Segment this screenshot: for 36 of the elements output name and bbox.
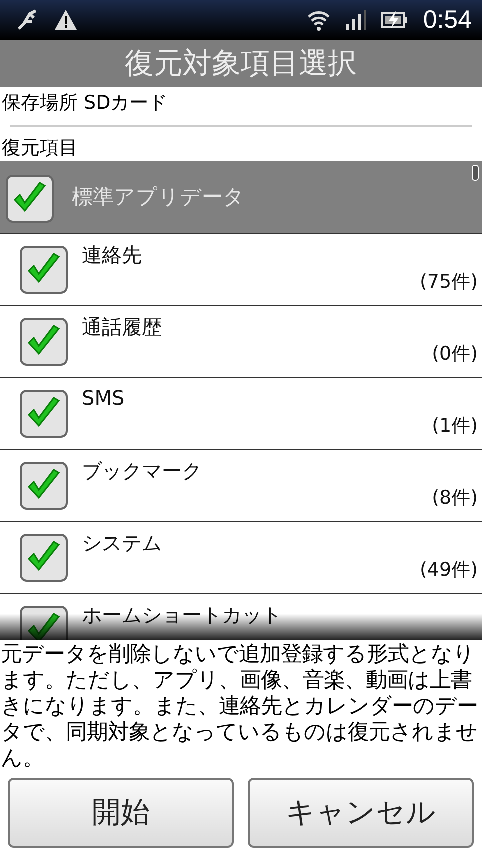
item-count: (0件)	[432, 342, 478, 367]
item-count: (75件)	[420, 270, 478, 295]
item-label: 連絡先	[82, 242, 142, 269]
checkbox[interactable]	[20, 534, 68, 582]
list-row[interactable]: 連絡先 (75件)	[0, 234, 482, 306]
list-row[interactable]: SMS (1件)	[0, 378, 482, 450]
checkbox[interactable]	[6, 175, 54, 223]
item-label: ホームショートカット	[82, 602, 282, 629]
item-count: (49件)	[420, 558, 478, 583]
item-label: ブックマーク	[82, 458, 202, 485]
item-label: システム	[82, 530, 162, 557]
checkbox[interactable]	[20, 462, 68, 510]
section-label: 復元項目	[2, 136, 79, 161]
screen-title: 復元対象項目選択	[125, 44, 357, 82]
storage-location: 保存場所 SDカード	[2, 91, 169, 116]
list-row[interactable]: ブックマーク (8件)	[0, 450, 482, 522]
checkbox[interactable]	[20, 318, 68, 366]
signal-icon	[345, 10, 368, 30]
list-row[interactable]: システム (49件)	[0, 522, 482, 594]
checkbox[interactable]	[20, 246, 68, 294]
dialog-button[interactable]: キャンセル	[248, 778, 474, 848]
item-label: SMS	[82, 386, 125, 410]
checkbox[interactable]	[20, 390, 68, 438]
dialog-button[interactable]: 開始	[8, 778, 234, 848]
item-label: 通話履歴	[82, 314, 162, 341]
item-count: (8件)	[432, 486, 478, 511]
notice-text: 元データを削除しないで追加登録する形式となります。ただし、アプリ、画像、音楽、動画は上書きになります。また、連絡先とカレンダーのデータで、同期対象となっているものは復元されません。	[0, 641, 479, 773]
warning-icon	[54, 9, 78, 31]
list-row[interactable]: ホームショートカット	[0, 594, 482, 640]
battery-charging-icon	[381, 10, 410, 30]
checkbox[interactable]	[20, 606, 68, 640]
group-label: 標準アプリデータ	[72, 184, 245, 211]
scroll-indicator	[472, 165, 479, 181]
item-count: (1件)	[432, 414, 478, 439]
list-row[interactable]: 通話履歴 (0件)	[0, 306, 482, 378]
clock: 0:54	[423, 6, 472, 34]
